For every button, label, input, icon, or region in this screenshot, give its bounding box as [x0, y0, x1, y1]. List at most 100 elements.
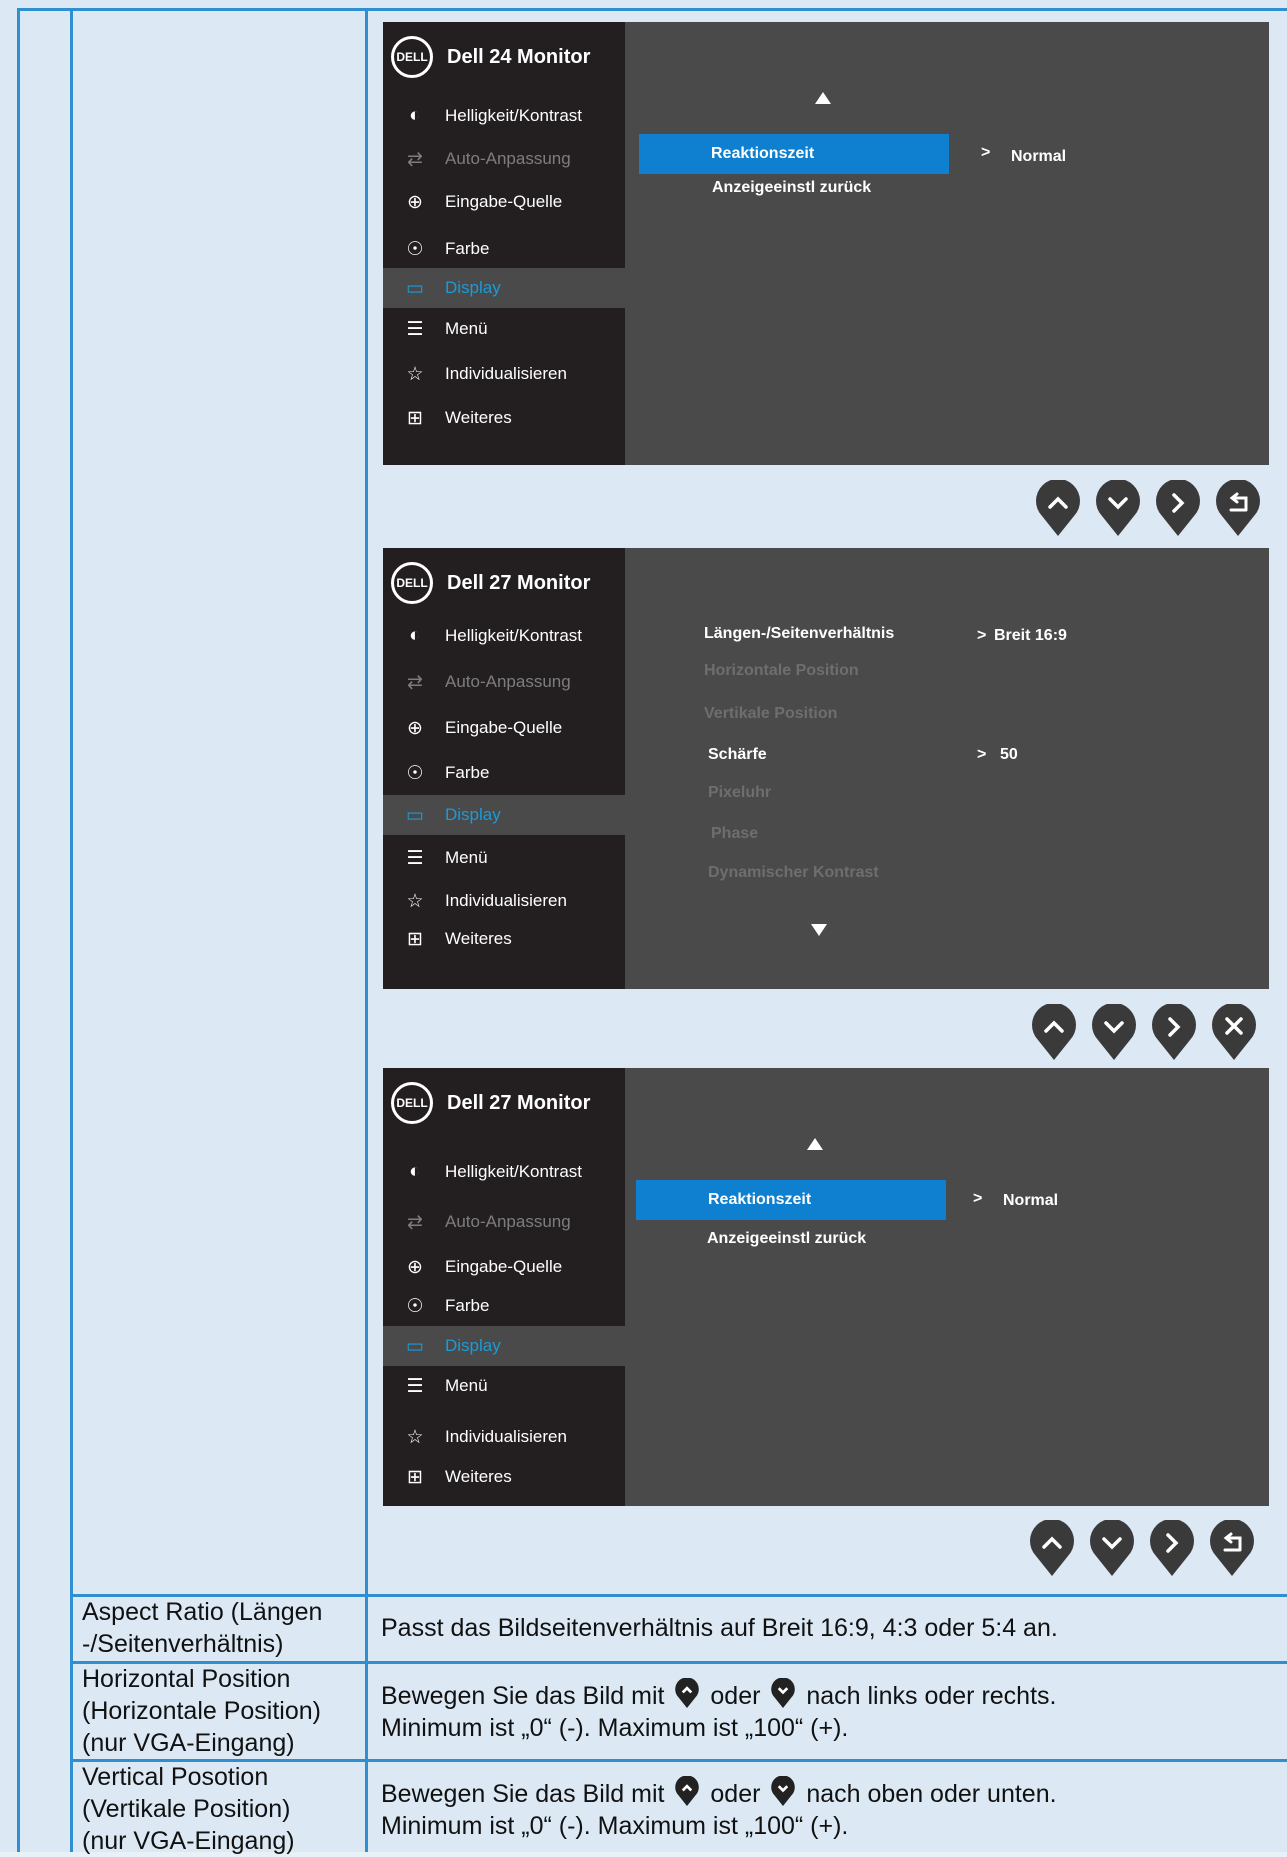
- menu-item-personalize[interactable]: ☆ Individualisieren: [383, 354, 625, 394]
- menu-label: Weiteres: [445, 929, 512, 948]
- label-line: Horizontal Position: [82, 1665, 291, 1693]
- others-icon: ⊞: [407, 407, 423, 429]
- menu-item-display[interactable]: ▭ Display: [383, 795, 625, 835]
- menu-icon: ☰: [406, 318, 424, 340]
- menu-label: Helligkeit/Kontrast: [445, 626, 583, 645]
- scroll-up-icon: [815, 92, 831, 104]
- description-line: Bewegen Sie das Bild mit oder nach oben …: [381, 1776, 1057, 1810]
- submenu-item-pixel-clock: Pixeluhr: [708, 784, 772, 801]
- down-button-icon: [771, 1776, 796, 1806]
- star-icon: ☆: [406, 1426, 424, 1448]
- monitor-icon: ▭: [406, 277, 424, 299]
- auto-adjust-icon: ⇄: [407, 148, 423, 170]
- input-source-icon: ⊕: [407, 191, 423, 213]
- menu-item-brightness[interactable]: ◐ Helligkeit/Kontrast: [383, 1152, 625, 1192]
- down-button[interactable]: [1096, 480, 1140, 536]
- menu-label: Menü: [445, 319, 488, 338]
- label-line: (nur VGA-Eingang): [82, 1827, 295, 1855]
- menu-item-color[interactable]: ☉ Farbe: [383, 753, 625, 793]
- row-vertical-position-description: Bewegen Sie das Bild mit oder nach oben …: [381, 1776, 1057, 1842]
- menu-label: Individualisieren: [445, 1427, 567, 1446]
- submenu-item-response-time[interactable]: Reaktionszeit: [639, 134, 949, 174]
- label-line: (nur VGA-Eingang): [82, 1729, 295, 1757]
- menu-label: Eingabe-Quelle: [445, 1257, 563, 1276]
- down-button[interactable]: [1090, 1520, 1134, 1576]
- menu-item-personalize[interactable]: ☆ Individualisieren: [383, 1417, 625, 1457]
- osd-screen-3: DELL Dell 27 Monitor ◐ Helligkeit/Kontras…: [383, 1068, 1269, 1506]
- menu-item-display[interactable]: ▭ Display: [383, 1326, 625, 1366]
- menu-item-menu[interactable]: ☰ Menü: [383, 1366, 625, 1406]
- menu-label: Display: [445, 805, 501, 824]
- osd-buttons-2: [1032, 1004, 1256, 1060]
- submenu-value-response-time: Normal: [1003, 1192, 1059, 1209]
- color-icon: ☉: [406, 762, 424, 784]
- menu-item-menu[interactable]: ☰ Menü: [383, 838, 625, 878]
- document-page: DELL Dell 24 Monitor ◐ Helligkeit/Kontras…: [0, 0, 1287, 1855]
- osd-screen-1: DELL Dell 24 Monitor ◐ Helligkeit/Kontras…: [383, 22, 1269, 465]
- up-button[interactable]: [1030, 1520, 1074, 1576]
- dell-logo: DELL: [391, 36, 433, 78]
- right-button[interactable]: [1152, 1004, 1196, 1060]
- menu-label: Individualisieren: [445, 891, 567, 910]
- monitor-icon: ▭: [406, 1335, 424, 1357]
- back-button[interactable]: [1210, 1520, 1254, 1576]
- submenu-value-chevron: >: [981, 144, 991, 161]
- submenu-value-chevron: >: [977, 746, 987, 763]
- menu-label: Weiteres: [445, 408, 512, 427]
- menu-item-input-source[interactable]: ⊕ Eingabe-Quelle: [383, 708, 625, 748]
- up-button[interactable]: [1036, 480, 1080, 536]
- submenu-item-dynamic-contrast: Dynamischer Kontrast: [708, 864, 879, 881]
- menu-item-display[interactable]: ▭ Display: [383, 268, 1269, 308]
- submenu-item-reset-display[interactable]: Anzeigeeinstl zurück: [707, 1230, 866, 1248]
- up-button[interactable]: [1032, 1004, 1076, 1060]
- submenu-item-vertical-position: Vertikale Position: [704, 705, 838, 722]
- menu-item-input-source[interactable]: ⊕ Eingabe-Quelle: [383, 182, 625, 222]
- osd-title: Dell 27 Monitor: [447, 571, 591, 594]
- table-col-divider-1: [70, 10, 73, 1852]
- label-line: Aspect Ratio (Längen: [82, 1598, 323, 1626]
- menu-label: Weiteres: [445, 1467, 512, 1486]
- right-button[interactable]: [1156, 480, 1200, 536]
- right-button[interactable]: [1150, 1520, 1194, 1576]
- submenu-value-aspect-ratio: Breit 16:9: [994, 627, 1067, 644]
- submenu-item-response-time[interactable]: Reaktionszeit: [636, 1180, 946, 1220]
- menu-item-auto-adjust: ⇄ Auto-Anpassung: [383, 662, 625, 702]
- row-vertical-position-label: Vertical Posotion (Vertikale Position) (…: [82, 1761, 367, 1857]
- brightness-icon: ◐: [409, 105, 421, 126]
- menu-item-brightness[interactable]: ◐ Helligkeit/Kontrast: [383, 96, 625, 136]
- menu-item-personalize[interactable]: ☆ Individualisieren: [383, 881, 625, 921]
- submenu-item-sharpness[interactable]: Schärfe: [708, 746, 767, 764]
- osd-title: Dell 24 Monitor: [447, 45, 591, 68]
- menu-item-auto-adjust: ⇄ Auto-Anpassung: [383, 1202, 625, 1242]
- color-icon: ☉: [406, 238, 424, 260]
- down-button[interactable]: [1092, 1004, 1136, 1060]
- submenu-item-reset-display[interactable]: Anzeigeeinstl zurück: [712, 179, 871, 197]
- menu-item-color[interactable]: ☉ Farbe: [383, 1286, 625, 1326]
- menu-item-brightness[interactable]: ◐ Helligkeit/Kontrast: [383, 616, 625, 656]
- menu-label: Eingabe-Quelle: [445, 192, 563, 211]
- input-source-icon: ⊕: [407, 1256, 423, 1278]
- submenu-value-sharpness: 50: [1000, 746, 1018, 763]
- menu-item-others[interactable]: ⊞ Weiteres: [383, 398, 625, 438]
- menu-item-color[interactable]: ☉ Farbe: [383, 229, 625, 269]
- dell-logo: DELL: [391, 1082, 433, 1124]
- menu-item-others[interactable]: ⊞ Weiteres: [383, 1457, 625, 1497]
- menu-label: Menü: [445, 1376, 488, 1395]
- menu-item-others[interactable]: ⊞ Weiteres: [383, 919, 625, 959]
- dell-logo: DELL: [391, 562, 433, 604]
- input-source-icon: ⊕: [407, 717, 423, 739]
- menu-label: Display: [445, 1336, 501, 1355]
- table-col-divider-2: [365, 10, 368, 1852]
- close-button[interactable]: [1212, 1004, 1256, 1060]
- back-button[interactable]: [1216, 480, 1260, 536]
- scroll-down-icon: [811, 924, 827, 936]
- submenu-value-chevron: >: [973, 1190, 983, 1207]
- menu-label: Farbe: [445, 239, 490, 258]
- description-line: Minimum ist „0“ (-). Maximum ist „100“ (…: [381, 1714, 849, 1742]
- menu-item-input-source[interactable]: ⊕ Eingabe-Quelle: [383, 1247, 625, 1287]
- submenu-item-aspect-ratio[interactable]: Längen-/Seitenverhältnis: [704, 625, 894, 643]
- menu-item-auto-adjust: ⇄ Auto-Anpassung: [383, 139, 625, 179]
- menu-item-menu[interactable]: ☰ Menü: [383, 309, 625, 349]
- menu-label: Farbe: [445, 763, 490, 782]
- down-button-icon: [771, 1678, 796, 1708]
